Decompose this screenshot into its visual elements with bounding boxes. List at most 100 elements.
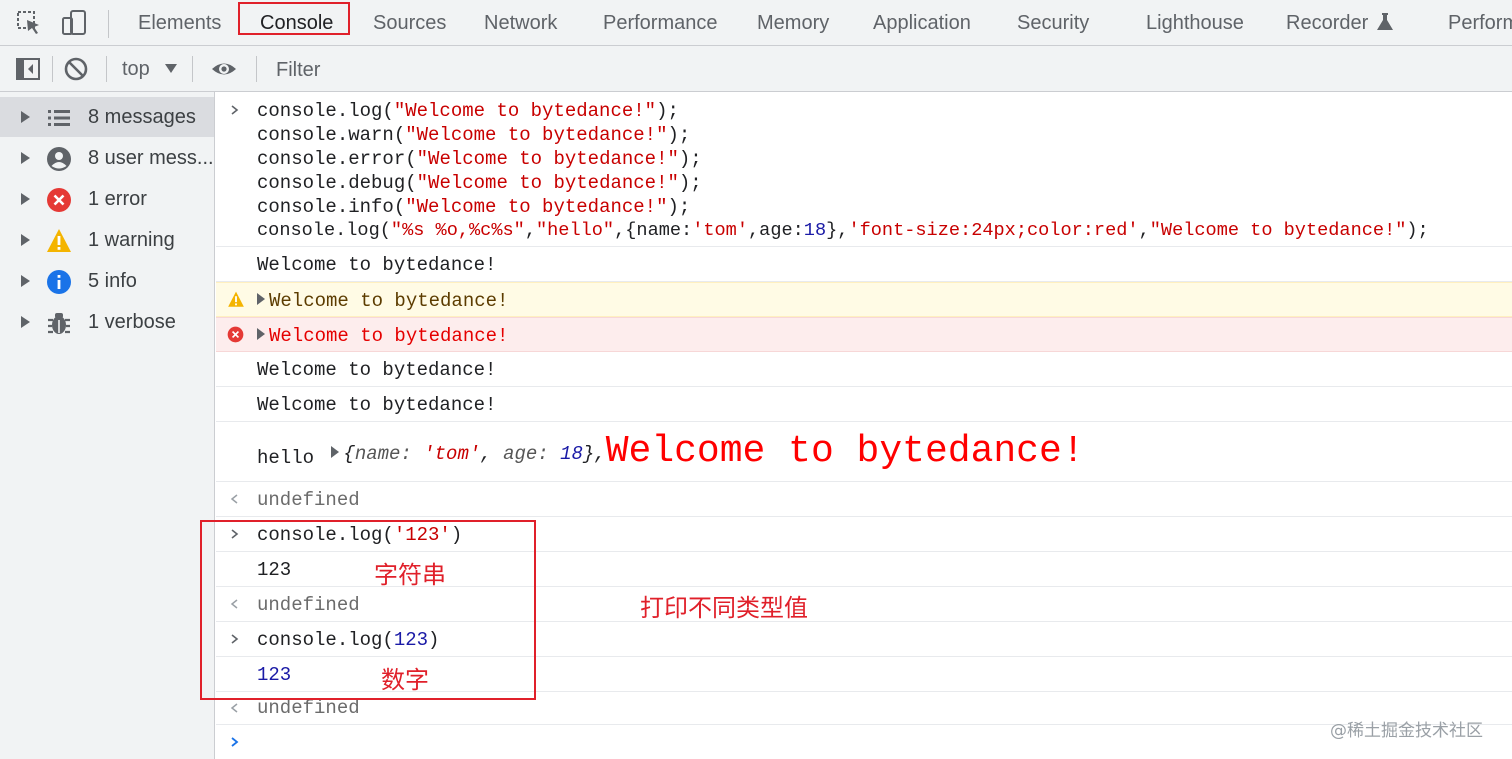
- code-token: console.log(: [257, 100, 394, 122]
- code-line: console.error("Welcome to bytedance!");: [257, 148, 702, 170]
- list-icon: [48, 110, 70, 126]
- number-token: 18: [803, 220, 827, 241]
- tab-elements[interactable]: Elements: [138, 0, 221, 46]
- code-line: console.debug("Welcome to bytedance!");: [257, 172, 702, 194]
- expand-arrow-icon[interactable]: [21, 152, 30, 164]
- sidebar-item-label: 5 info: [88, 270, 137, 292]
- code-token: ,: [524, 220, 536, 241]
- object-key: name:: [354, 443, 412, 465]
- result-arrow-icon: [230, 703, 238, 713]
- input-prompt-icon: [231, 105, 239, 115]
- console-debug-message: Welcome to bytedance!: [216, 352, 1512, 387]
- sidebar-item-label: 1 verbose: [88, 311, 176, 333]
- sidebar-item-messages[interactable]: 8 messages: [0, 97, 214, 137]
- sidebar-item-user-messages[interactable]: 8 user mess...: [0, 138, 214, 178]
- tab-memory[interactable]: Memory: [757, 0, 829, 46]
- code-token: ,age:: [748, 220, 804, 241]
- annotation-title: 打印不同类型值: [640, 594, 808, 622]
- tab-performance[interactable]: Performance: [603, 0, 718, 46]
- object-brace: },: [582, 443, 606, 465]
- toolbar-divider: [108, 10, 109, 38]
- warning-message: Welcome to bytedance!: [269, 290, 509, 312]
- object-separator: ,: [480, 443, 504, 465]
- tab-performance-insights[interactable]: Perform: [1448, 0, 1512, 46]
- expand-arrow-icon[interactable]: [21, 111, 30, 123]
- console-log-message: Welcome to bytedance!: [216, 247, 1512, 282]
- object-preview[interactable]: {name: 'tom', age: 18},: [343, 443, 605, 465]
- sidebar-item-label: 1 error: [88, 188, 147, 210]
- toolbar-divider: [52, 56, 53, 82]
- annotation-highlight-box: [200, 520, 536, 700]
- console-prompt-input[interactable]: [216, 725, 1512, 759]
- code-token: console.log(: [257, 220, 391, 241]
- string-token: "Welcome to bytedance!": [405, 124, 668, 146]
- chevron-down-icon[interactable]: [165, 64, 177, 73]
- clear-console-icon[interactable]: [62, 55, 90, 83]
- expand-arrow-icon[interactable]: [21, 234, 30, 246]
- watermark: @稀土掘金技术社区: [1330, 721, 1483, 741]
- code-token: );: [667, 196, 691, 218]
- object-key: age:: [503, 443, 549, 465]
- code-token: console.debug(: [257, 172, 417, 194]
- expand-arrow-icon[interactable]: [21, 316, 30, 328]
- sidebar-item-verbose[interactable]: 1 verbose: [0, 302, 214, 342]
- filter-input[interactable]: [268, 50, 1512, 90]
- sidebar-item-warnings[interactable]: 1 warning: [0, 220, 214, 260]
- tab-lighthouse[interactable]: Lighthouse: [1146, 0, 1244, 46]
- string-token: "%s %o,%c%s": [390, 220, 525, 241]
- annotation-string-label: 字符串: [374, 561, 446, 589]
- tab-security[interactable]: Security: [1017, 0, 1089, 46]
- annotation-number-label: 数字: [381, 666, 429, 694]
- experimental-flask-icon: [1377, 13, 1393, 30]
- code-line: console.info("Welcome to bytedance!");: [257, 196, 690, 218]
- tab-application[interactable]: Application: [873, 0, 971, 46]
- styled-output-text: Welcome to bytedance!: [605, 430, 1085, 473]
- result-arrow-icon: [230, 494, 238, 504]
- string-token: "Welcome to bytedance!": [1149, 220, 1407, 241]
- expand-arrow-icon[interactable]: [21, 275, 30, 287]
- expand-arrow-icon[interactable]: [257, 293, 265, 305]
- string-token: 'tom': [692, 220, 748, 241]
- live-expression-eye-icon[interactable]: [210, 55, 238, 83]
- result-undefined: undefined: [257, 489, 360, 511]
- code-line: console.log("%s %o,%c%s","hello",{name:'…: [257, 220, 1429, 241]
- error-icon: [227, 326, 244, 343]
- code-token: ,: [1138, 220, 1150, 241]
- expand-arrow-icon[interactable]: [331, 446, 340, 458]
- tab-sources[interactable]: Sources: [373, 0, 446, 46]
- console-result-row: undefined: [216, 482, 1512, 517]
- code-token: );: [667, 124, 691, 146]
- user-icon: [47, 147, 71, 171]
- sidebar-toggle-icon[interactable]: [14, 55, 42, 83]
- tab-network[interactable]: Network: [484, 0, 557, 46]
- console-sidebar: 8 messages 8 user mess... 1 error 1 warn…: [0, 92, 215, 759]
- formatted-line: hello {name: 'tom', age: 18},Welcome to …: [257, 430, 1085, 473]
- inspect-element-icon[interactable]: [14, 8, 44, 38]
- expand-arrow-icon[interactable]: [21, 193, 30, 205]
- code-line: console.log("Welcome to bytedance!");: [257, 100, 679, 122]
- error-text[interactable]: Welcome to bytedance!: [257, 325, 508, 347]
- result-undefined: undefined: [257, 697, 360, 719]
- devtools-tab-bar: Elements Console Sources Network Perform…: [0, 0, 1512, 46]
- tab-recorder[interactable]: Recorder: [1286, 0, 1368, 46]
- string-token: "Welcome to bytedance!": [393, 100, 657, 122]
- context-selector[interactable]: top: [122, 46, 150, 92]
- debug-text: Welcome to bytedance!: [257, 359, 497, 381]
- object-value: 18: [560, 443, 583, 465]
- warning-text[interactable]: Welcome to bytedance!: [257, 290, 508, 312]
- error-message: Welcome to bytedance!: [269, 325, 509, 347]
- console-error-message: Welcome to bytedance!: [216, 317, 1512, 352]
- device-toolbar-icon[interactable]: [60, 8, 90, 38]
- warning-icon: [47, 229, 71, 252]
- console-warning-message: Welcome to bytedance!: [216, 282, 1512, 317]
- toolbar-divider: [106, 56, 107, 82]
- console-formatted-message: hello {name: 'tom', age: 18},Welcome to …: [216, 422, 1512, 482]
- log-text: Welcome to bytedance!: [257, 254, 497, 276]
- warning-icon: [228, 291, 244, 307]
- code-token: );: [678, 148, 702, 170]
- code-line: console.warn("Welcome to bytedance!");: [257, 124, 690, 146]
- console-input-row: console.log("Welcome to bytedance!"); co…: [216, 92, 1512, 247]
- sidebar-item-errors[interactable]: 1 error: [0, 179, 214, 219]
- sidebar-item-info[interactable]: 5 info: [0, 261, 214, 301]
- expand-arrow-icon[interactable]: [257, 328, 265, 340]
